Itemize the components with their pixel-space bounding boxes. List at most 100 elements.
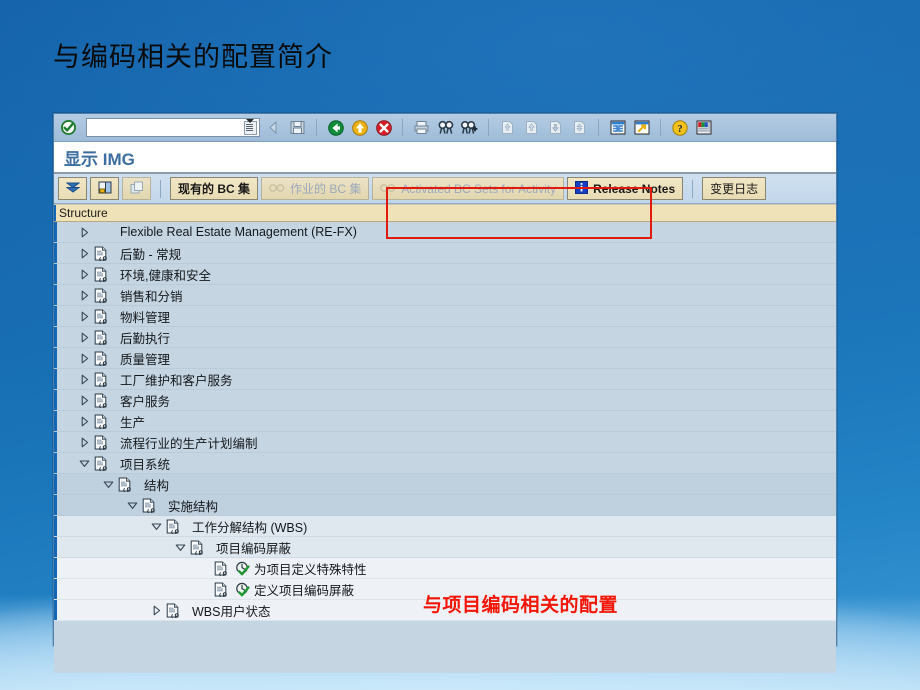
tree-row[interactable]: 物料管理 bbox=[54, 306, 836, 327]
existing-bc-sets-button[interactable]: 现有的 BC 集 bbox=[170, 177, 259, 200]
change-log-button[interactable]: 变更日志 bbox=[702, 177, 767, 200]
save-icon[interactable] bbox=[287, 118, 308, 138]
find-next-icon[interactable] bbox=[459, 118, 480, 138]
enter-check-icon[interactable] bbox=[58, 118, 79, 138]
command-field[interactable] bbox=[86, 118, 260, 137]
twisty-collapsed-icon[interactable] bbox=[148, 605, 164, 616]
release-notes-button[interactable]: Release Notes bbox=[567, 177, 684, 200]
toolbar-divider bbox=[488, 119, 489, 136]
tree-row[interactable]: 工作分解结构 (WBS) bbox=[54, 516, 836, 537]
tree-row[interactable]: 结构 bbox=[54, 474, 836, 495]
tree-row-label: 生产 bbox=[120, 415, 146, 430]
img-activity-doc-icon bbox=[92, 393, 110, 408]
twisty-collapsed-icon[interactable] bbox=[76, 353, 92, 364]
sap-gui-window: ? 显示 IMG 现有的 BC 集 作业的 BC 集 Activated BC … bbox=[53, 113, 837, 673]
activated-bc-sets-for-activity-button[interactable]: Activated BC Sets for Activity bbox=[372, 177, 565, 200]
tree-row-label: 环境,健康和安全 bbox=[120, 268, 211, 283]
annotation-text: 与项目编码相关的配置 bbox=[423, 594, 619, 616]
img-activity-doc-icon bbox=[116, 477, 134, 492]
help-icon[interactable]: ? bbox=[669, 118, 690, 138]
twisty-collapsed-icon[interactable] bbox=[76, 269, 92, 280]
tree-row[interactable]: 为项目定义特殊特性 bbox=[54, 558, 836, 579]
twisty-expanded-icon[interactable] bbox=[124, 500, 140, 511]
copy-node-button[interactable] bbox=[122, 177, 151, 200]
twisty-expanded-icon[interactable] bbox=[100, 479, 116, 490]
img-activity-doc-icon bbox=[212, 582, 230, 597]
system-toolbar: ? bbox=[54, 114, 836, 142]
collapse-node-button[interactable] bbox=[58, 177, 87, 200]
structure-column-header[interactable]: Structure bbox=[54, 204, 836, 222]
tree-row[interactable]: 实施结构 bbox=[54, 495, 836, 516]
change-log-label: 变更日志 bbox=[710, 182, 759, 196]
execute-activity-icon[interactable] bbox=[230, 561, 254, 576]
tree-row[interactable]: 生产 bbox=[54, 411, 836, 432]
tree-row[interactable]: 环境,健康和安全 bbox=[54, 264, 836, 285]
img-activity-doc-icon bbox=[164, 603, 182, 618]
layout-menu-icon[interactable] bbox=[693, 118, 714, 138]
activated-bc-sets-label: Activated BC Sets for Activity bbox=[401, 181, 557, 196]
twisty-collapsed-icon[interactable] bbox=[76, 374, 92, 385]
toolbar-divider bbox=[402, 119, 403, 136]
twisty-collapsed-icon[interactable] bbox=[76, 248, 92, 259]
twisty-collapsed-icon[interactable] bbox=[76, 437, 92, 448]
shortcut-icon[interactable] bbox=[631, 118, 652, 138]
expand-node-button[interactable] bbox=[90, 177, 119, 200]
twisty-collapsed-icon[interactable] bbox=[76, 395, 92, 406]
tree-row-label: 定义项目编码屏蔽 bbox=[254, 583, 355, 598]
last-page-icon[interactable] bbox=[569, 118, 590, 138]
img-activity-doc-icon bbox=[164, 519, 182, 534]
page-title: 与编码相关的配置简介 bbox=[53, 42, 333, 73]
apptoolbar-divider bbox=[160, 179, 161, 198]
collapse-node-icon bbox=[65, 181, 80, 197]
tree-row[interactable]: 项目编码屏蔽 bbox=[54, 537, 836, 558]
tree-row-label: 项目系统 bbox=[120, 457, 171, 472]
img-activity-doc-icon bbox=[92, 414, 110, 429]
active-bc-sets-button[interactable]: 作业的 BC 集 bbox=[261, 177, 370, 200]
application-toolbar: 现有的 BC 集 作业的 BC 集 Activated BC Sets for … bbox=[54, 174, 836, 204]
twisty-expanded-icon[interactable] bbox=[76, 458, 92, 469]
twisty-expanded-icon[interactable] bbox=[172, 542, 188, 553]
copy-node-icon bbox=[130, 181, 144, 197]
back-arrow-icon[interactable] bbox=[263, 118, 284, 138]
tree-row[interactable]: 质量管理 bbox=[54, 348, 836, 369]
img-activity-doc-icon bbox=[92, 456, 110, 471]
img-activity-doc-icon bbox=[92, 372, 110, 387]
tree-row[interactable]: Flexible Real Estate Management (RE-FX) bbox=[54, 222, 836, 243]
exit-yellow-icon[interactable] bbox=[349, 118, 370, 138]
print-icon[interactable] bbox=[411, 118, 432, 138]
toolbar-divider bbox=[316, 119, 317, 136]
command-history-icon[interactable] bbox=[244, 118, 257, 135]
twisty-collapsed-icon[interactable] bbox=[76, 227, 92, 238]
img-activity-doc-icon bbox=[140, 498, 158, 513]
previous-page-icon[interactable] bbox=[521, 118, 542, 138]
tree-row-label: 项目编码屏蔽 bbox=[216, 541, 292, 556]
cancel-red-icon[interactable] bbox=[373, 118, 394, 138]
back-green-icon[interactable] bbox=[325, 118, 346, 138]
twisty-collapsed-icon[interactable] bbox=[76, 332, 92, 343]
tree-row-label: 流程行业的生产计划编制 bbox=[120, 436, 258, 451]
tree-row[interactable]: 后勤 - 常规 bbox=[54, 243, 836, 264]
tree-row-label: 为项目定义特殊特性 bbox=[254, 562, 367, 577]
tree-row-label: 实施结构 bbox=[168, 499, 219, 514]
tree-row[interactable]: 工厂维护和客户服务 bbox=[54, 369, 836, 390]
tree-row[interactable]: 销售和分销 bbox=[54, 285, 836, 306]
info-blue-icon bbox=[575, 180, 589, 197]
glasses-icon bbox=[380, 182, 396, 196]
twisty-expanded-icon[interactable] bbox=[148, 521, 164, 532]
twisty-collapsed-icon[interactable] bbox=[76, 311, 92, 322]
tree-row-label: 工厂维护和客户服务 bbox=[120, 373, 233, 388]
execute-activity-icon[interactable] bbox=[230, 582, 254, 597]
expand-node-icon bbox=[98, 181, 112, 197]
twisty-collapsed-icon[interactable] bbox=[76, 290, 92, 301]
first-page-icon[interactable] bbox=[497, 118, 518, 138]
tree-row[interactable]: 后勤执行 bbox=[54, 327, 836, 348]
tree-row[interactable]: 项目系统 bbox=[54, 453, 836, 474]
tree-row-label: 后勤 - 常规 bbox=[120, 247, 182, 262]
tree-row[interactable]: 流程行业的生产计划编制 bbox=[54, 432, 836, 453]
tree-row[interactable]: 客户服务 bbox=[54, 390, 836, 411]
next-page-icon[interactable] bbox=[545, 118, 566, 138]
find-icon[interactable] bbox=[435, 118, 456, 138]
twisty-collapsed-icon[interactable] bbox=[76, 416, 92, 427]
existing-bc-sets-label: 现有的 BC 集 bbox=[178, 182, 251, 196]
new-session-icon[interactable] bbox=[607, 118, 628, 138]
